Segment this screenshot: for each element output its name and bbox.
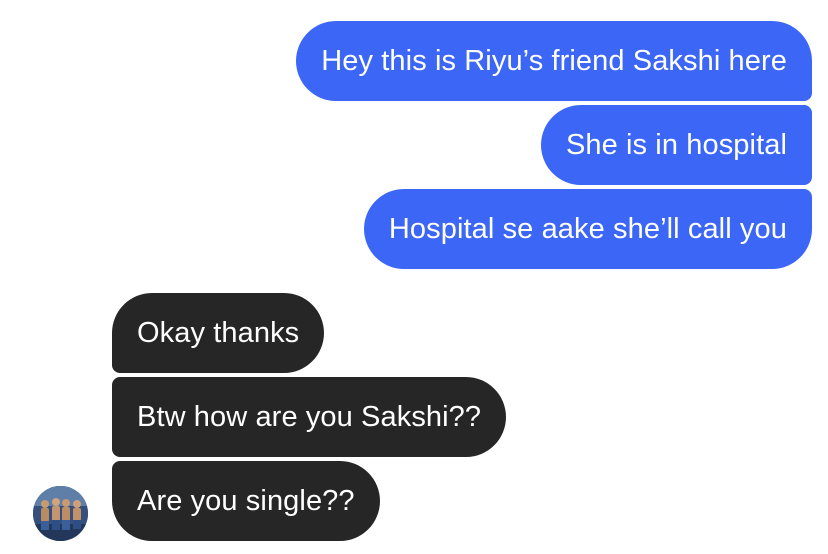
message-bubble-outgoing[interactable]: Hospital se aake she’ll call you bbox=[363, 189, 812, 269]
message-bubble-incoming[interactable]: Btw how are you Sakshi?? bbox=[112, 377, 507, 457]
message-bubble-incoming[interactable]: Okay thanks bbox=[112, 293, 325, 373]
sender-avatar[interactable] bbox=[33, 486, 88, 541]
chat-thread: Hey this is Riyu’s friend Sakshi here Sh… bbox=[0, 0, 828, 554]
message-bubble-outgoing[interactable]: She is in hospital bbox=[540, 105, 812, 185]
avatar-photo-icon bbox=[33, 486, 88, 541]
message-bubble-outgoing[interactable]: Hey this is Riyu’s friend Sakshi here bbox=[296, 21, 812, 101]
message-bubble-incoming[interactable]: Are you single?? bbox=[112, 461, 380, 541]
